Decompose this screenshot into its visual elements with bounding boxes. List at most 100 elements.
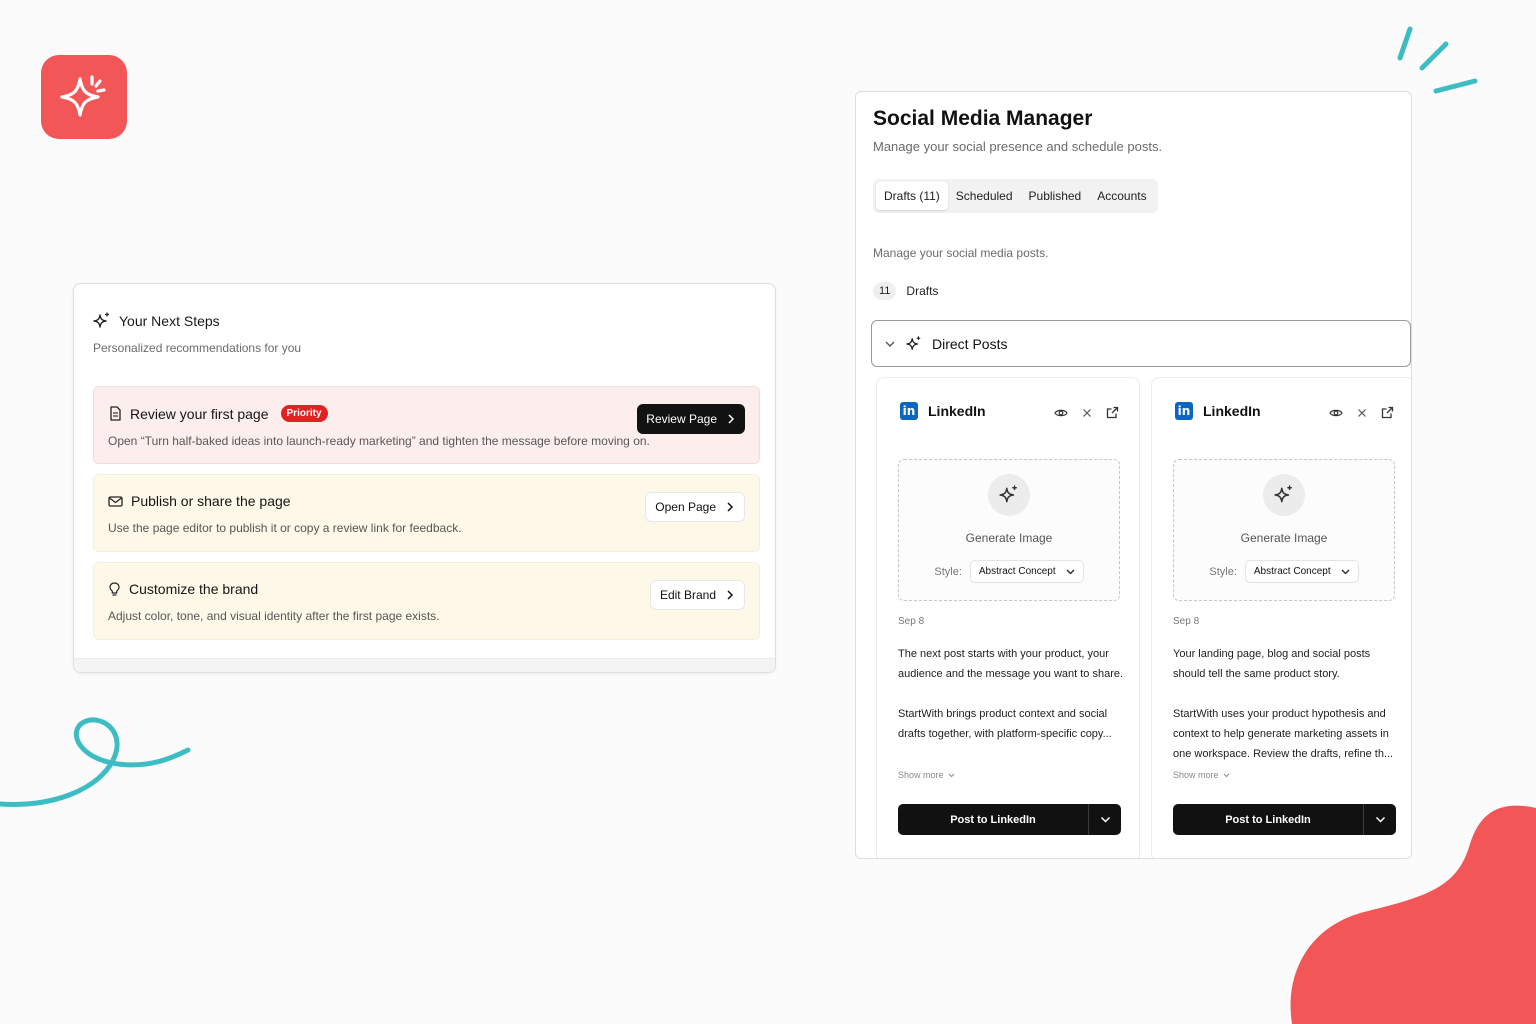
post-options-dropdown[interactable] [1363,804,1396,835]
chevron-right-icon [728,414,735,424]
close-icon[interactable] [1082,408,1092,418]
close-icon[interactable] [1357,408,1367,418]
post-button-main[interactable]: Post to LinkedIn [898,804,1088,835]
button-label: Review Page [646,412,717,426]
style-label: Style: [1209,565,1237,578]
post-card: in LinkedIn Generate Image Style: Abstra… [876,377,1140,858]
chevron-down-icon [1100,816,1110,823]
step-review-page: Review your first page Priority Open “Tu… [93,386,760,464]
chevron-down-icon [1223,773,1229,777]
chevron-right-icon [727,502,734,512]
platform-name: LinkedIn [1203,403,1261,419]
post-card: in LinkedIn Generate Image Style: Abstra… [1151,377,1411,858]
section-note: Manage your social media posts. [873,246,1049,260]
style-select[interactable]: Abstract Concept [1244,560,1359,583]
step-customize-brand: Customize the brand Adjust color, tone, … [93,562,760,640]
review-page-button[interactable]: Review Page [637,404,745,434]
style-select[interactable]: Abstract Concept [969,560,1084,583]
eye-icon[interactable] [1329,408,1343,418]
document-icon [110,406,121,421]
show-more-label: Show more [1173,770,1219,780]
card-footer [74,658,775,672]
post-date: Sep 8 [1173,616,1200,627]
sparkles-icon [1274,485,1292,503]
lightbulb-icon [109,581,120,596]
post-button-main[interactable]: Post to LinkedIn [1173,804,1363,835]
post-actions [1329,406,1394,419]
post-paragraph: The next post starts with your product, … [898,648,1124,680]
section-title: Direct Posts [932,335,1008,352]
post-paragraph: StartWith uses your product hypothesis a… [1173,708,1394,760]
post-options-dropdown[interactable] [1088,804,1121,835]
decorative-squiggle [0,717,191,808]
image-placeholder: Generate Image Style: Abstract Concept [1173,459,1395,601]
generate-image-button[interactable] [1263,474,1305,516]
step-description: Open “Turn half-baked ideas into launch-… [108,434,650,448]
priority-badge: Priority [280,405,328,422]
show-more-label: Show more [898,770,944,780]
drafts-count-badge: 11 [873,282,897,300]
step-description: Use the page editor to publish it or cop… [108,521,462,535]
image-placeholder: Generate Image Style: Abstract Concept [898,459,1120,601]
sparkles-icon [93,312,110,328]
page-title: Social Media Manager [873,107,1093,130]
page-subtitle: Manage your social presence and schedule… [873,139,1163,154]
external-link-icon[interactable] [1381,406,1394,419]
show-more-link[interactable]: Show more [1173,770,1230,780]
generate-image-label: Generate Image [1240,531,1328,545]
post-header: in LinkedIn [1175,402,1261,420]
chevron-down-icon [1066,569,1075,574]
step-description: Adjust color, tone, and visual identity … [108,609,440,623]
linkedin-icon: in [900,402,918,420]
post-to-linkedin-button: Post to LinkedIn [1173,804,1396,835]
button-label: Edit Brand [659,588,716,602]
chevron-down-icon [948,773,954,777]
style-value: Abstract Concept [1253,566,1331,577]
sparkles-icon [999,485,1017,503]
tab-accounts[interactable]: Accounts [1089,182,1154,210]
social-media-manager-panel: Social Media Manager Manage your social … [855,91,1412,859]
next-steps-title: Your Next Steps [119,313,220,329]
drafts-summary: 11 Drafts [873,282,938,300]
linkedin-icon: in [1175,402,1193,420]
step-title: Review your first page [130,405,269,422]
mail-icon [108,495,123,507]
post-date: Sep 8 [898,616,925,627]
edit-brand-button[interactable]: Edit Brand [649,580,745,610]
sparkle-icon [60,75,106,117]
style-row: Style: Abstract Concept [899,560,1119,583]
post-to-linkedin-button: Post to LinkedIn [898,804,1121,835]
button-label: Open Page [655,500,716,514]
show-more-link[interactable]: Show more [898,770,955,780]
sparkles-icon [906,335,921,350]
post-actions [1054,406,1119,419]
tab-bar: Drafts (11) Scheduled Published Accounts [873,179,1158,213]
post-header: in LinkedIn [900,402,986,420]
next-steps-header: Your Next Steps Personalized recommendat… [93,312,301,355]
post-body: The next post starts with your product, … [898,644,1124,744]
direct-posts-accordion[interactable]: Direct Posts [871,320,1411,367]
open-page-button[interactable]: Open Page [645,492,745,522]
next-steps-subtitle: Personalized recommendations for you [93,341,302,355]
style-row: Style: Abstract Concept [1174,560,1394,583]
platform-name: LinkedIn [928,403,986,419]
tab-published[interactable]: Published [1021,182,1090,210]
post-body: Your landing page, blog and social posts… [1173,644,1399,764]
style-label: Style: [934,565,962,578]
chevron-down-icon [1341,569,1350,574]
tab-drafts[interactable]: Drafts (11) [876,182,948,210]
eye-icon[interactable] [1054,408,1068,418]
drafts-label: Drafts [906,284,939,298]
app-logo [41,55,127,139]
step-title: Customize the brand [129,581,259,597]
tab-scheduled[interactable]: Scheduled [948,182,1021,210]
generate-image-button[interactable] [988,474,1030,516]
post-paragraph: Your landing page, blog and social posts… [1173,648,1371,680]
external-link-icon[interactable] [1106,406,1119,419]
generate-image-label: Generate Image [965,531,1053,545]
next-steps-card: Your Next Steps Personalized recommendat… [73,283,776,673]
post-paragraph: StartWith brings product context and soc… [898,708,1112,740]
step-title: Publish or share the page [131,493,291,509]
chevron-down-icon [885,341,895,347]
chevron-right-icon [727,590,734,600]
